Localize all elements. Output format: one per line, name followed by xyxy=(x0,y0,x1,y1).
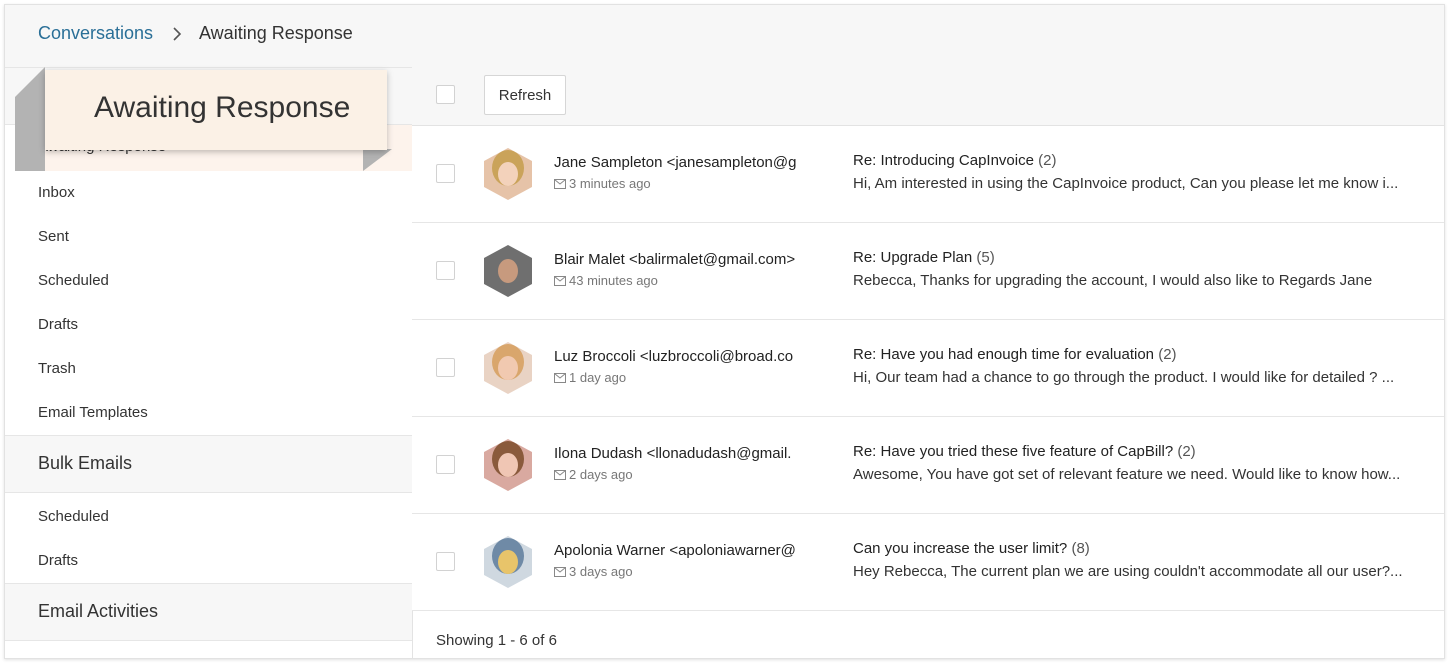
sidebar: E Awaiting Response Inbox Sent Scheduled… xyxy=(5,67,413,658)
avatar xyxy=(484,439,532,491)
sidebar-item-bulk-scheduled[interactable]: Scheduled xyxy=(38,508,109,525)
row-checkbox[interactable] xyxy=(436,261,455,280)
envelope-icon xyxy=(554,276,566,286)
callout-banner: Awaiting Response xyxy=(45,70,387,150)
conversation-row[interactable]: Blair Malet <balirmalet@gmail.com> 43 mi… xyxy=(412,223,1444,320)
conversation-list-panel: Refresh Jane Sampleton <janesampleton@g … xyxy=(412,67,1444,658)
avatar xyxy=(484,148,532,200)
list-toolbar: Refresh xyxy=(412,67,1444,126)
envelope-icon xyxy=(554,373,566,383)
message-count: (8) xyxy=(1071,540,1090,557)
conversation-preview: Hi, Am interested in using the CapInvoic… xyxy=(853,175,1399,192)
conversation-preview: Awesome, You have got set of relevant fe… xyxy=(853,466,1401,483)
conversation-subject[interactable]: Can you increase the user limit? (8) xyxy=(853,540,1090,557)
conversation-time: 3 days ago xyxy=(554,564,633,579)
select-all-checkbox[interactable] xyxy=(436,85,455,104)
refresh-button[interactable]: Refresh xyxy=(484,75,566,115)
conversation-row[interactable]: Luz Broccoli <luzbroccoli@broad.co 1 day… xyxy=(412,320,1444,417)
envelope-icon xyxy=(554,567,566,577)
conversation-sender: Ilona Dudash <llonadudash@gmail. xyxy=(554,445,792,462)
callout-title: Awaiting Response xyxy=(94,91,351,124)
avatar xyxy=(484,342,532,394)
conversation-time: 2 days ago xyxy=(554,467,633,482)
envelope-icon xyxy=(554,179,566,189)
breadcrumb-conversations-link[interactable]: Conversations xyxy=(38,23,153,44)
conversation-preview: Hi, Our team had a chance to go through … xyxy=(853,369,1395,386)
conversation-sender: Blair Malet <balirmalet@gmail.com> xyxy=(554,251,796,268)
conversation-row[interactable]: Apolonia Warner <apoloniawarner@ 3 days … xyxy=(412,514,1444,611)
sidebar-email-activities-heading[interactable]: Email Activities xyxy=(5,583,412,641)
sidebar-item-email-templates[interactable]: Email Templates xyxy=(38,404,148,421)
conversation-sender: Jane Sampleton <janesampleton@g xyxy=(554,154,797,171)
avatar xyxy=(484,536,532,588)
sidebar-item-inbox[interactable]: Inbox xyxy=(38,184,75,201)
sidebar-item-trash[interactable]: Trash xyxy=(38,360,76,377)
conversation-time: 3 minutes ago xyxy=(554,176,651,191)
row-checkbox[interactable] xyxy=(436,358,455,377)
breadcrumb: Conversations Awaiting Response xyxy=(5,5,1444,68)
conversation-time: 43 minutes ago xyxy=(554,273,658,288)
conversation-sender: Apolonia Warner <apoloniawarner@ xyxy=(554,542,796,559)
pagination-status: Showing 1 - 6 of 6 xyxy=(436,632,557,649)
breadcrumb-current: Awaiting Response xyxy=(199,23,353,43)
conversation-preview: Hey Rebecca, The current plan we are usi… xyxy=(853,563,1403,580)
sidebar-item-bulk-drafts[interactable]: Drafts xyxy=(38,552,78,569)
message-count: (2) xyxy=(1177,443,1196,460)
conversation-row[interactable]: Ilona Dudash <llonadudash@gmail. 2 days … xyxy=(412,417,1444,514)
conversation-row[interactable]: Jane Sampleton <janesampleton@g 3 minute… xyxy=(412,126,1444,223)
row-checkbox[interactable] xyxy=(436,164,455,183)
sidebar-item-drafts[interactable]: Drafts xyxy=(38,316,78,333)
row-checkbox[interactable] xyxy=(436,552,455,571)
message-count: (5) xyxy=(976,249,995,266)
row-checkbox[interactable] xyxy=(436,455,455,474)
sidebar-bulk-emails-heading[interactable]: Bulk Emails xyxy=(5,435,412,493)
conversation-subject[interactable]: Re: Introducing CapInvoice (2) xyxy=(853,152,1056,169)
conversation-subject[interactable]: Re: Have you tried these five feature of… xyxy=(853,443,1196,460)
conversation-preview: Rebecca, Thanks for upgrading the accoun… xyxy=(853,272,1373,289)
conversation-sender: Luz Broccoli <luzbroccoli@broad.co xyxy=(554,348,794,365)
app-frame: Conversations Awaiting Response E Awaiti… xyxy=(4,4,1445,659)
message-count: (2) xyxy=(1038,152,1057,169)
sidebar-item-scheduled[interactable]: Scheduled xyxy=(38,272,109,289)
conversation-subject[interactable]: Re: Have you had enough time for evaluat… xyxy=(853,346,1177,363)
message-count: (2) xyxy=(1158,346,1177,363)
conversation-subject[interactable]: Re: Upgrade Plan (5) xyxy=(853,249,995,266)
chevron-right-icon xyxy=(173,27,182,41)
conversation-time: 1 day ago xyxy=(554,370,626,385)
envelope-icon xyxy=(554,470,566,480)
sidebar-item-sent[interactable]: Sent xyxy=(38,228,69,245)
avatar xyxy=(484,245,532,297)
